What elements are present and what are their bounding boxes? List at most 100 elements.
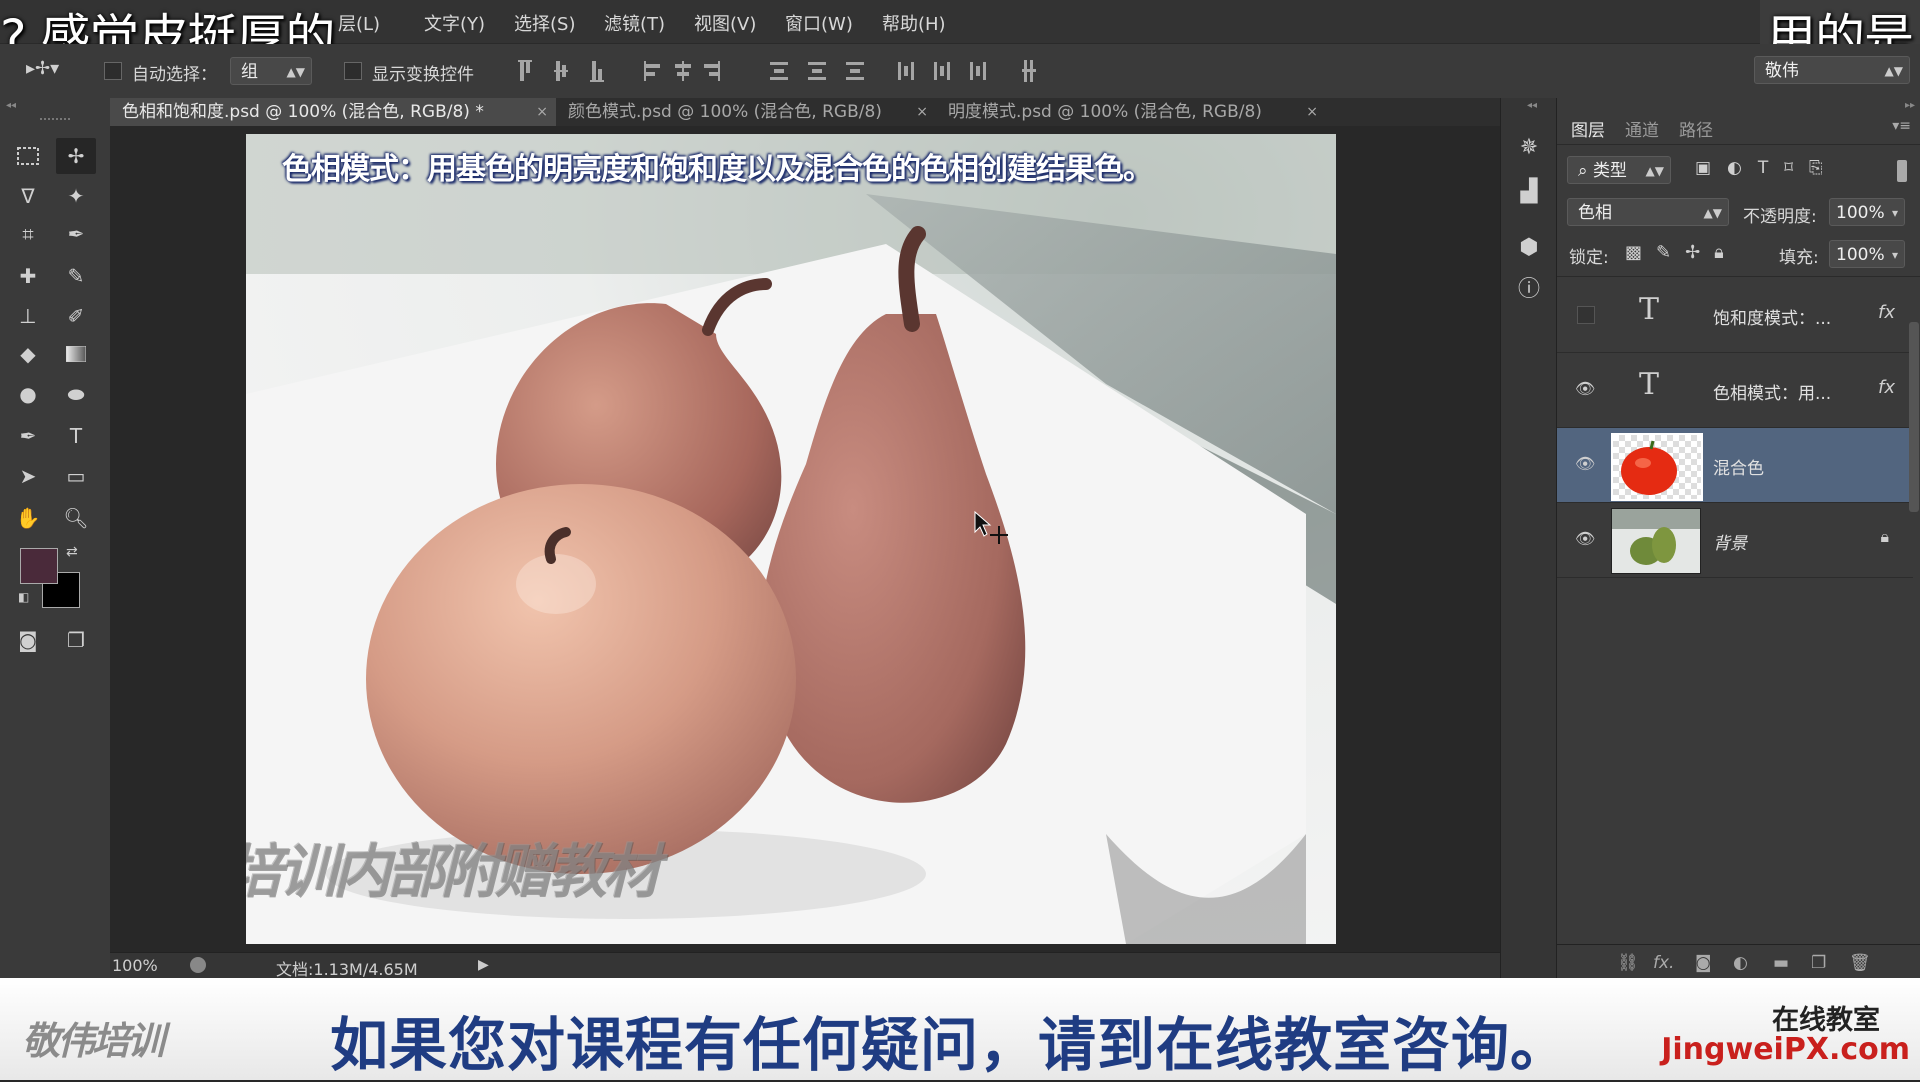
align-distribute-icons[interactable] xyxy=(518,58,1058,84)
rectangle-tool-icon[interactable]: ▭ xyxy=(56,458,96,494)
opacity-value: 100% xyxy=(1836,203,1885,223)
eye-icon[interactable]: 👁︎ xyxy=(1575,379,1597,399)
eye-icon[interactable]: 👁︎ xyxy=(1575,454,1597,474)
layer-name[interactable]: 色相模式：用... xyxy=(1713,379,1831,404)
auto-select-checkbox[interactable] xyxy=(104,62,122,80)
eraser-tool-icon[interactable]: ◆ xyxy=(8,336,48,372)
close-icon[interactable]: × xyxy=(536,98,548,126)
lasso-tool-icon[interactable]: ᐁ xyxy=(8,178,48,214)
fill-field[interactable]: 100% ▾ xyxy=(1829,240,1905,268)
collapse-arrows-icon[interactable]: ◂◂ xyxy=(6,100,16,111)
menu-type[interactable]: 文字(Y) xyxy=(424,10,485,36)
layer-filter-type-icons[interactable]: ▣◐T⌑⎘ xyxy=(1695,158,1839,178)
fx-icon[interactable]: fx. xyxy=(1653,953,1674,973)
pen-tool-icon[interactable]: ✒ xyxy=(8,418,48,454)
workspace-dropdown[interactable]: 敬伟 ▲▼ xyxy=(1754,56,1910,84)
collapse-arrows-icon[interactable]: ◂◂ xyxy=(1527,100,1537,111)
lock-icon: 🔒︎ xyxy=(1880,527,1889,546)
menu-layer[interactable]: 层(L) xyxy=(338,10,380,36)
gradient-tool-icon[interactable] xyxy=(56,336,96,372)
menu-select[interactable]: 选择(S) xyxy=(514,10,575,36)
show-transform-checkbox[interactable] xyxy=(344,62,362,80)
move-tool-icon[interactable]: ✢ xyxy=(56,138,96,174)
layers-scrollbar[interactable] xyxy=(1909,322,1919,512)
history-brush-tool-icon[interactable]: ✐ xyxy=(56,298,96,334)
layer-row-blend-color[interactable]: 👁︎ 混合色 xyxy=(1557,428,1913,503)
pears-photo xyxy=(246,134,1336,944)
close-icon[interactable]: × xyxy=(1306,98,1318,126)
toolbox-grip[interactable] xyxy=(40,118,70,122)
layer-row-background[interactable]: 👁︎ 背景 🔒︎ xyxy=(1557,503,1913,578)
layer-name[interactable]: 背景 xyxy=(1713,529,1747,554)
tab-paths[interactable]: 路径 xyxy=(1679,116,1713,141)
layer-row-saturation-text[interactable]: T 饱和度模式：... fx xyxy=(1557,278,1913,353)
blur-tool-icon[interactable]: ● xyxy=(8,376,48,412)
layer-thumbnail[interactable] xyxy=(1611,433,1703,501)
swap-colors-icon[interactable]: ⇄ xyxy=(66,544,78,560)
fill-label: 填充: xyxy=(1779,248,1819,268)
blend-mode-dropdown[interactable]: 色相 ▲▼ xyxy=(1567,198,1729,226)
screen-mode-icon[interactable]: ❐ xyxy=(56,622,96,658)
menu-window[interactable]: 窗口(W) xyxy=(785,10,853,36)
new-layer-icon[interactable]: ❐ xyxy=(1811,953,1826,973)
add-mask-icon[interactable]: ◙ xyxy=(1695,953,1712,973)
brush-tool-icon[interactable]: ✎ xyxy=(56,258,96,294)
layer-row-hue-text[interactable]: 👁︎ T 色相模式：用... fx xyxy=(1557,353,1913,428)
hand-tool-icon[interactable]: ✋ xyxy=(8,500,48,536)
clone-stamp-tool-icon[interactable]: ⊥ xyxy=(8,298,48,334)
tab-color-mode[interactable]: 颜色模式.psd @ 100% (混合色, RGB/8) × xyxy=(556,98,936,126)
layer-filter-dropdown[interactable]: ⌕ 类型 ▲▼ xyxy=(1567,156,1671,184)
layer-thumbnail[interactable] xyxy=(1611,508,1701,574)
auto-select-dropdown[interactable]: 组 ▲▼ xyxy=(230,57,312,85)
info-panel-icon[interactable]: ⓘ xyxy=(1515,276,1543,304)
navigator-panel-icon[interactable]: ✵ xyxy=(1515,134,1543,162)
3d-panel-icon[interactable]: ⬢ xyxy=(1515,234,1543,262)
close-icon[interactable]: × xyxy=(916,98,928,126)
visibility-off-box[interactable] xyxy=(1577,306,1595,324)
tab-hue-saturation[interactable]: 色相和饱和度.psd @ 100% (混合色, RGB/8) * × xyxy=(110,98,556,126)
histogram-panel-icon[interactable]: ▟ xyxy=(1515,178,1543,206)
fx-icon[interactable]: fx xyxy=(1878,302,1895,323)
canvas-headline-text: 色相模式：用基色的明亮度和饱和度以及混合色的色相创建结果色。 xyxy=(282,152,1153,187)
auto-select-label: 自动选择： xyxy=(132,65,217,85)
dropdown-arrow-icon: ▲▼ xyxy=(1884,64,1903,78)
lock-options-icons[interactable]: ▩✎✢🔒︎ xyxy=(1625,242,1738,263)
marquee-tool-icon[interactable] xyxy=(8,138,48,174)
adjustment-layer-icon[interactable]: ◐ xyxy=(1733,953,1748,973)
tab-luminosity-mode[interactable]: 明度模式.psd @ 100% (混合色, RGB/8) × xyxy=(936,98,1326,126)
eyedropper-tool-icon[interactable]: ✒ xyxy=(56,216,96,252)
menu-help[interactable]: 帮助(H) xyxy=(882,10,946,36)
layer-name[interactable]: 饱和度模式：... xyxy=(1713,304,1831,329)
expand-arrows-icon[interactable]: ▸▸ xyxy=(1905,100,1915,111)
crop-tool-icon[interactable]: ⌗ xyxy=(8,216,48,252)
fx-icon[interactable]: fx xyxy=(1878,377,1895,398)
zoom-tool-icon[interactable]: 🔍︎ xyxy=(56,500,96,536)
status-menu-arrow-icon[interactable]: ▶ xyxy=(478,957,489,973)
magic-wand-tool-icon[interactable]: ✦ xyxy=(56,178,96,214)
default-colors-icon[interactable]: ◧ xyxy=(18,590,29,604)
quick-mask-icon[interactable]: ◙ xyxy=(8,622,48,658)
tab-channels[interactable]: 通道 xyxy=(1625,116,1659,141)
tab-layers[interactable]: 图层 xyxy=(1571,116,1605,141)
delete-layer-icon[interactable]: 🗑︎ xyxy=(1849,953,1871,973)
panel-menu-icon[interactable]: ▾≡ xyxy=(1892,118,1911,134)
menu-filter[interactable]: 滤镜(T) xyxy=(604,10,665,36)
move-tool-preset-icon[interactable]: ▸✢▾ xyxy=(26,58,66,84)
banner-url[interactable]: JingweiPX.com xyxy=(1661,1032,1910,1067)
dodge-tool-icon[interactable]: ⬬ xyxy=(56,376,96,412)
opacity-field[interactable]: 100% ▾ xyxy=(1829,198,1905,226)
status-info-icon[interactable] xyxy=(190,957,206,973)
new-group-icon[interactable]: ▬ xyxy=(1773,953,1789,973)
type-tool-icon[interactable]: T xyxy=(56,418,96,454)
zoom-level[interactable]: 100% xyxy=(112,956,158,975)
tab-label: 明度模式.psd @ 100% (混合色, RGB/8) xyxy=(948,102,1262,122)
link-layers-icon[interactable]: ⛓ xyxy=(1617,953,1639,973)
filter-toggle-switch[interactable] xyxy=(1897,160,1907,182)
path-selection-tool-icon[interactable]: ➤ xyxy=(8,458,48,494)
dropdown-arrow-icon: ▾ xyxy=(1891,248,1898,262)
document-canvas[interactable]: 色相模式：用基色的明亮度和饱和度以及混合色的色相创建结果色。 敬伟培训内部附赠教… xyxy=(246,134,1336,944)
healing-brush-tool-icon[interactable]: ✚ xyxy=(8,258,48,294)
layer-name[interactable]: 混合色 xyxy=(1713,454,1764,479)
menu-view[interactable]: 视图(V) xyxy=(694,10,756,36)
eye-icon[interactable]: 👁︎ xyxy=(1575,529,1597,549)
